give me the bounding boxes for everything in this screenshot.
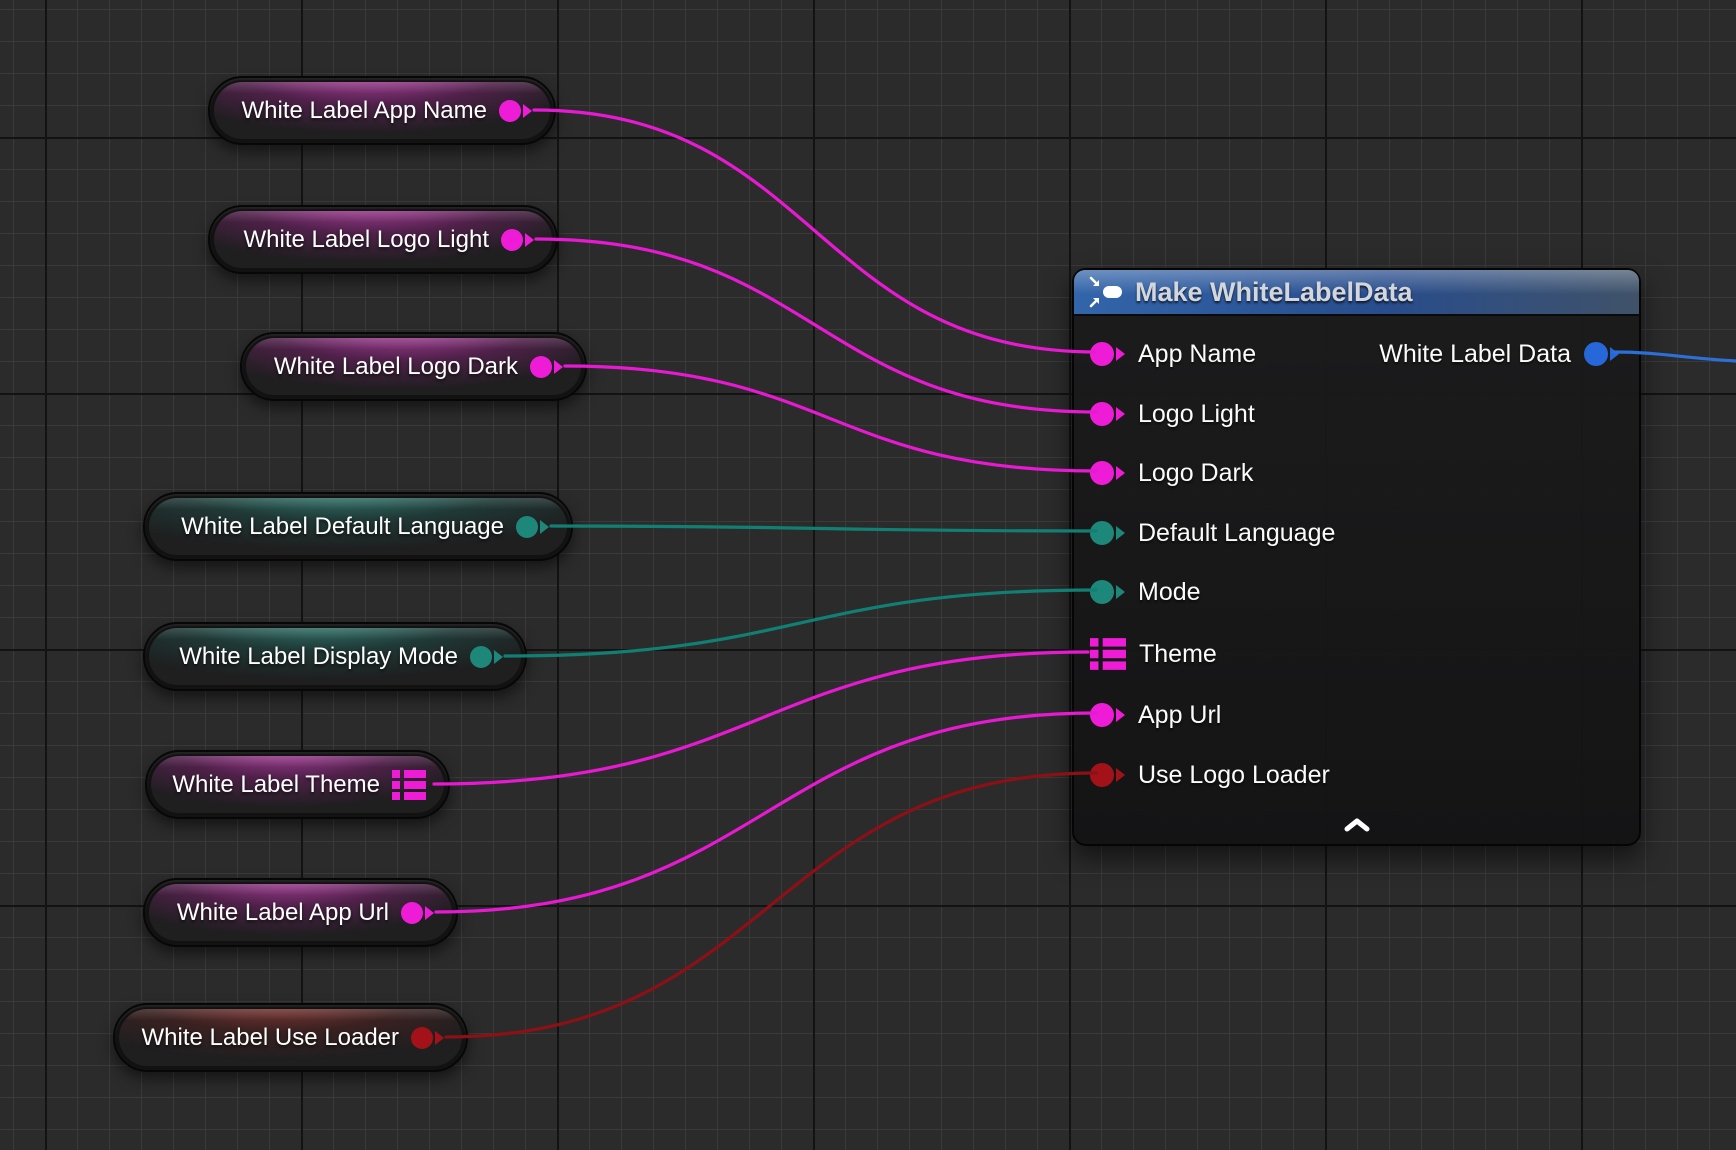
blueprint-graph-canvas[interactable]: White Label App Name White Label Logo Li… (0, 0, 1736, 1150)
variable-node-white-label-default-language[interactable]: White Label Default Language (143, 492, 573, 561)
variable-node-label: White Label Display Mode (179, 643, 458, 671)
collapse-node-button[interactable] (1337, 814, 1377, 836)
input-pin-row-mode: Mode (1090, 574, 1201, 610)
wire-default-language[interactable] (551, 526, 1096, 531)
variable-node-white-label-theme[interactable]: White Label Theme (145, 750, 450, 819)
make-struct-icon (1088, 275, 1124, 309)
input-pin-label: App Url (1138, 701, 1221, 730)
pin-arrow (1116, 526, 1125, 540)
pin-circle (1090, 763, 1114, 787)
pin-circle (411, 1027, 433, 1049)
pin-circle (1090, 461, 1114, 485)
wire-logo-dark[interactable] (565, 366, 1096, 471)
enum-pin-circle-arrow-icon[interactable] (470, 646, 503, 668)
input-pin-row-theme: Theme (1090, 636, 1217, 672)
string-pin-circle-arrow-icon[interactable] (1090, 461, 1125, 485)
pin-arrow (1116, 768, 1125, 782)
variable-node-label: White Label Logo Light (243, 226, 489, 254)
input-pin-label: Mode (1138, 578, 1201, 607)
struct-grid-icon[interactable] (392, 770, 426, 800)
enum-pin-circle-arrow-icon[interactable] (516, 516, 549, 538)
pin-circle (1584, 342, 1608, 366)
pin-circle (1090, 402, 1114, 426)
variable-node-label: White Label Use Loader (142, 1024, 399, 1052)
input-pin-row-default-language: Default Language (1090, 515, 1335, 551)
bool-pin-circle-arrow-icon[interactable] (1090, 763, 1125, 787)
string-pin-circle-arrow-icon[interactable] (499, 100, 532, 122)
input-pin-label: Default Language (1138, 519, 1335, 548)
variable-node-white-label-app-name[interactable]: White Label App Name (208, 76, 556, 145)
input-pin-row-logo-light: Logo Light (1090, 396, 1255, 432)
pin-arrow (1116, 347, 1125, 361)
output-pin-row-white-label-data: White Label Data (1379, 336, 1619, 372)
variable-node-white-label-logo-light[interactable]: White Label Logo Light (208, 205, 558, 274)
pin-circle (401, 902, 423, 924)
wire-app-url[interactable] (436, 713, 1096, 912)
pin-arrow (494, 650, 503, 664)
variable-node-white-label-logo-dark[interactable]: White Label Logo Dark (240, 332, 587, 401)
string-pin-circle-arrow-icon[interactable] (1090, 703, 1125, 727)
string-pin-circle-arrow-icon[interactable] (1090, 402, 1125, 426)
pin-arrow (540, 520, 549, 534)
pin-arrow (1116, 407, 1125, 421)
pin-circle (1090, 521, 1114, 545)
wire-display-mode[interactable] (505, 590, 1096, 656)
pin-circle (1090, 342, 1114, 366)
pin-circle (530, 356, 552, 378)
pin-circle (470, 646, 492, 668)
string-pin-circle-arrow-icon[interactable] (401, 902, 434, 924)
struct-output-pin-circle-arrow-icon[interactable] (1584, 342, 1619, 366)
wire-logo-light[interactable] (536, 239, 1096, 412)
input-pin-label: Logo Light (1138, 400, 1255, 429)
chevron-up-icon (1343, 818, 1371, 832)
output-pin-label: White Label Data (1379, 340, 1571, 369)
input-pin-row-app-name: App Name (1090, 336, 1256, 372)
pin-arrow (425, 906, 434, 920)
pin-circle (499, 100, 521, 122)
make-node-title: Make WhiteLabelData (1135, 277, 1413, 308)
string-pin-circle-arrow-icon[interactable] (1090, 342, 1125, 366)
struct-grid-icon[interactable] (1090, 638, 1126, 670)
wire-app-name[interactable] (534, 110, 1096, 352)
input-pin-label: Logo Dark (1138, 459, 1253, 488)
pin-arrow (525, 233, 534, 247)
pin-circle (1090, 703, 1114, 727)
pin-arrow (1116, 708, 1125, 722)
input-pin-row-logo-dark: Logo Dark (1090, 455, 1253, 491)
make-whitelabeldata-node[interactable]: Make WhiteLabelData App Name Logo Light … (1072, 268, 1641, 846)
pin-arrow (1116, 466, 1125, 480)
variable-node-label: White Label App Name (242, 97, 487, 125)
enum-pin-circle-arrow-icon[interactable] (1090, 521, 1125, 545)
wire-theme[interactable] (434, 652, 1088, 784)
struct-grid-icon-glyph (1090, 638, 1126, 670)
variable-node-white-label-app-url[interactable]: White Label App Url (143, 878, 458, 947)
enum-pin-circle-arrow-icon[interactable] (1090, 580, 1125, 604)
pin-arrow (435, 1031, 444, 1045)
input-pin-row-app-url: App Url (1090, 697, 1221, 733)
input-pin-label: App Name (1138, 340, 1256, 369)
variable-node-label: White Label Default Language (181, 513, 504, 541)
pin-circle (1090, 580, 1114, 604)
bool-pin-circle-arrow-icon[interactable] (411, 1027, 444, 1049)
variable-node-label: White Label Theme (172, 771, 380, 799)
struct-grid-icon-glyph (392, 770, 426, 800)
pin-arrow (523, 104, 532, 118)
pin-arrow (1116, 585, 1125, 599)
string-pin-circle-arrow-icon[interactable] (530, 356, 563, 378)
input-pin-label: Use Logo Loader (1138, 761, 1330, 790)
pin-arrow (554, 360, 563, 374)
make-node-header[interactable]: Make WhiteLabelData (1074, 270, 1639, 316)
variable-node-white-label-display-mode[interactable]: White Label Display Mode (143, 622, 527, 691)
pin-circle (501, 229, 523, 251)
input-pin-label: Theme (1139, 640, 1217, 669)
variable-node-white-label-use-loader[interactable]: White Label Use Loader (113, 1003, 468, 1072)
pin-arrow (1610, 347, 1619, 361)
variable-node-label: White Label App Url (177, 899, 389, 927)
variable-node-label: White Label Logo Dark (274, 353, 518, 381)
pin-circle (516, 516, 538, 538)
string-pin-circle-arrow-icon[interactable] (501, 229, 534, 251)
input-pin-row-use-logo-loader: Use Logo Loader (1090, 757, 1330, 793)
